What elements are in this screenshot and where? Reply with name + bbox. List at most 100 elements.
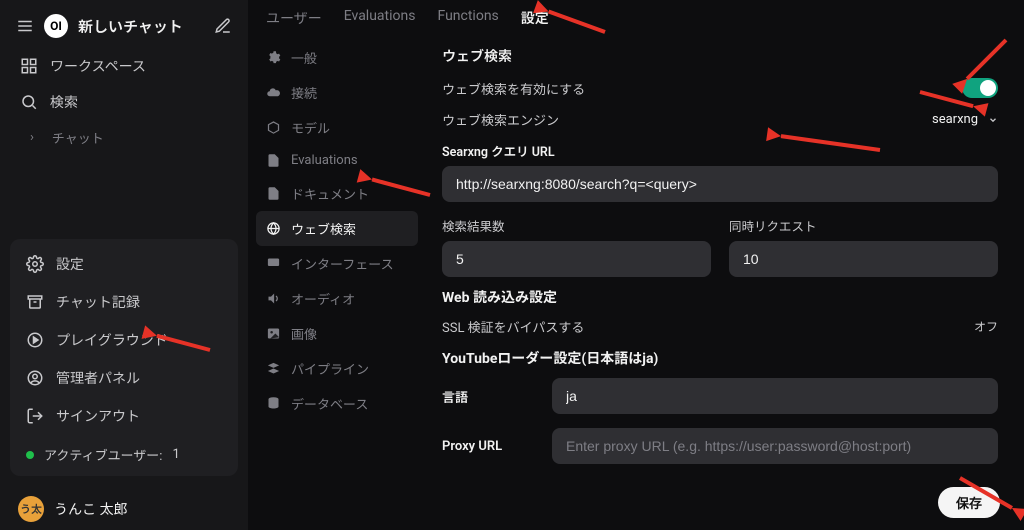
sidebar-item-workspace[interactable]: ワークスペース bbox=[10, 48, 238, 84]
section-label: ウェブ検索 bbox=[291, 219, 356, 238]
section-websearch[interactable]: ウェブ検索 bbox=[256, 211, 418, 246]
section-label: インターフェース bbox=[291, 254, 394, 273]
proxy-input[interactable] bbox=[552, 428, 998, 464]
settings-sections: 一般 接続 モデル Evaluations ドキュメント ウェブ検索 インターフ… bbox=[248, 36, 418, 530]
query-url-input[interactable] bbox=[442, 166, 998, 202]
tab-functions[interactable]: Functions bbox=[437, 8, 498, 28]
hamburger-icon[interactable] bbox=[16, 17, 34, 35]
section-interface[interactable]: インターフェース bbox=[256, 246, 418, 281]
section-general[interactable]: 一般 bbox=[256, 40, 418, 75]
section-label: パイプライン bbox=[291, 359, 369, 378]
concurrent-label: 同時リクエスト bbox=[729, 216, 998, 235]
active-users-label: アクティブユーザー: bbox=[44, 445, 162, 464]
panel-item-label: サインアウト bbox=[56, 406, 140, 426]
document-icon bbox=[266, 186, 281, 201]
database-icon bbox=[266, 396, 281, 411]
sidebar-item-search[interactable]: 検索 bbox=[10, 84, 238, 120]
section-pipeline[interactable]: パイプライン bbox=[256, 351, 418, 386]
panel-item-admin[interactable]: 管理者パネル bbox=[16, 359, 232, 397]
section-database[interactable]: データベース bbox=[256, 386, 418, 421]
chevron-down-icon bbox=[988, 115, 998, 125]
section-label: ドキュメント bbox=[291, 184, 369, 203]
active-users-count: 1 bbox=[172, 447, 179, 462]
play-circle-icon bbox=[26, 331, 44, 349]
ssl-bypass-value[interactable]: オフ bbox=[974, 318, 998, 335]
gear-icon bbox=[266, 50, 281, 65]
app-logo: OI bbox=[44, 14, 68, 38]
section-connection[interactable]: 接続 bbox=[256, 75, 418, 110]
section-label: 接続 bbox=[291, 83, 317, 102]
user-circle-icon bbox=[26, 369, 44, 387]
section-documents[interactable]: ドキュメント bbox=[256, 176, 418, 211]
section-label: モデル bbox=[291, 118, 330, 137]
globe-icon bbox=[266, 221, 281, 236]
engine-label: ウェブ検索エンジン bbox=[442, 110, 559, 129]
section-models[interactable]: モデル bbox=[256, 110, 418, 145]
panel-item-label: チャット記録 bbox=[56, 292, 140, 312]
signout-icon bbox=[26, 407, 44, 425]
ssl-bypass-label: SSL 検証をバイパスする bbox=[442, 317, 584, 336]
section-label: Evaluations bbox=[291, 153, 358, 168]
section-label: 一般 bbox=[291, 48, 317, 67]
panel-item-label: プレイグラウンド bbox=[56, 330, 168, 350]
section-audio[interactable]: オーディオ bbox=[256, 281, 418, 316]
document-icon bbox=[266, 153, 281, 168]
new-chat-title[interactable]: 新しいチャット bbox=[78, 16, 204, 37]
engine-value: searxng bbox=[932, 112, 978, 127]
lang-label: 言語 bbox=[442, 387, 522, 406]
status-dot-icon bbox=[26, 451, 34, 459]
stack-icon bbox=[266, 361, 281, 376]
section-label: 画像 bbox=[291, 324, 317, 343]
current-user[interactable]: う太 うんこ 太郎 bbox=[10, 488, 238, 524]
gear-icon bbox=[26, 255, 44, 273]
section-evaluations[interactable]: Evaluations bbox=[256, 145, 418, 176]
tab-users[interactable]: ユーザー bbox=[266, 8, 322, 28]
proxy-label: Proxy URL bbox=[442, 439, 522, 454]
settings-form: ウェブ検索 ウェブ検索を有効にする ウェブ検索エンジン searxng Sear… bbox=[418, 36, 1024, 530]
save-button[interactable]: 保存 bbox=[938, 487, 1000, 518]
speaker-icon bbox=[266, 291, 281, 306]
enable-websearch-label: ウェブ検索を有効にする bbox=[442, 79, 585, 98]
result-count-input[interactable] bbox=[442, 241, 711, 277]
panel-item-label: 管理者パネル bbox=[56, 368, 140, 388]
sidebar-item-label: 検索 bbox=[50, 92, 78, 112]
enable-websearch-toggle[interactable] bbox=[962, 78, 998, 98]
chevron-right-icon: › bbox=[30, 130, 34, 145]
user-name: うんこ 太郎 bbox=[54, 499, 127, 519]
panel-item-label: 設定 bbox=[56, 254, 84, 274]
monitor-icon bbox=[266, 256, 281, 271]
sidebar-panel-menu: 設定 チャット記録 プレイグラウンド 管理者パネル サインアウト bbox=[10, 239, 238, 476]
cube-icon bbox=[266, 120, 281, 135]
panel-item-chatlog[interactable]: チャット記録 bbox=[16, 283, 232, 321]
panel-item-settings[interactable]: 設定 bbox=[16, 245, 232, 283]
edit-icon[interactable] bbox=[214, 17, 232, 35]
section-label: オーディオ bbox=[291, 289, 355, 308]
query-url-label: Searxng クエリ URL bbox=[442, 141, 998, 160]
avatar: う太 bbox=[18, 496, 44, 522]
sidebar-item-chats[interactable]: › チャット bbox=[10, 120, 238, 155]
search-icon bbox=[20, 93, 38, 111]
admin-tabs: ユーザー Evaluations Functions 設定 bbox=[248, 0, 1024, 36]
engine-select[interactable]: searxng bbox=[932, 112, 998, 127]
concurrent-input[interactable] bbox=[729, 241, 998, 277]
sidebar-item-label: チャット bbox=[52, 128, 104, 147]
section-label: データベース bbox=[291, 394, 368, 413]
section-image[interactable]: 画像 bbox=[256, 316, 418, 351]
panel-item-signout[interactable]: サインアウト bbox=[16, 397, 232, 435]
lang-input[interactable] bbox=[552, 378, 998, 414]
panel-item-playground[interactable]: プレイグラウンド bbox=[16, 321, 232, 359]
sidebar: OI 新しいチャット ワークスペース 検索 › チャット 設定 bbox=[0, 0, 248, 530]
image-icon bbox=[266, 326, 281, 341]
web-read-heading: Web 読み込み設定 bbox=[442, 287, 998, 307]
tab-settings[interactable]: 設定 bbox=[521, 8, 549, 28]
youtube-heading: YouTubeローダー設定(日本語はja) bbox=[442, 348, 998, 368]
cloud-icon bbox=[266, 85, 281, 100]
workspace-icon bbox=[20, 57, 38, 75]
active-users: アクティブユーザー: 1 bbox=[16, 435, 232, 470]
tab-evaluations[interactable]: Evaluations bbox=[344, 8, 416, 28]
websearch-heading: ウェブ検索 bbox=[442, 46, 998, 66]
archive-icon bbox=[26, 293, 44, 311]
main: ユーザー Evaluations Functions 設定 一般 接続 モデル … bbox=[248, 0, 1024, 530]
sidebar-item-label: ワークスペース bbox=[50, 56, 146, 76]
result-count-label: 検索結果数 bbox=[442, 216, 711, 235]
